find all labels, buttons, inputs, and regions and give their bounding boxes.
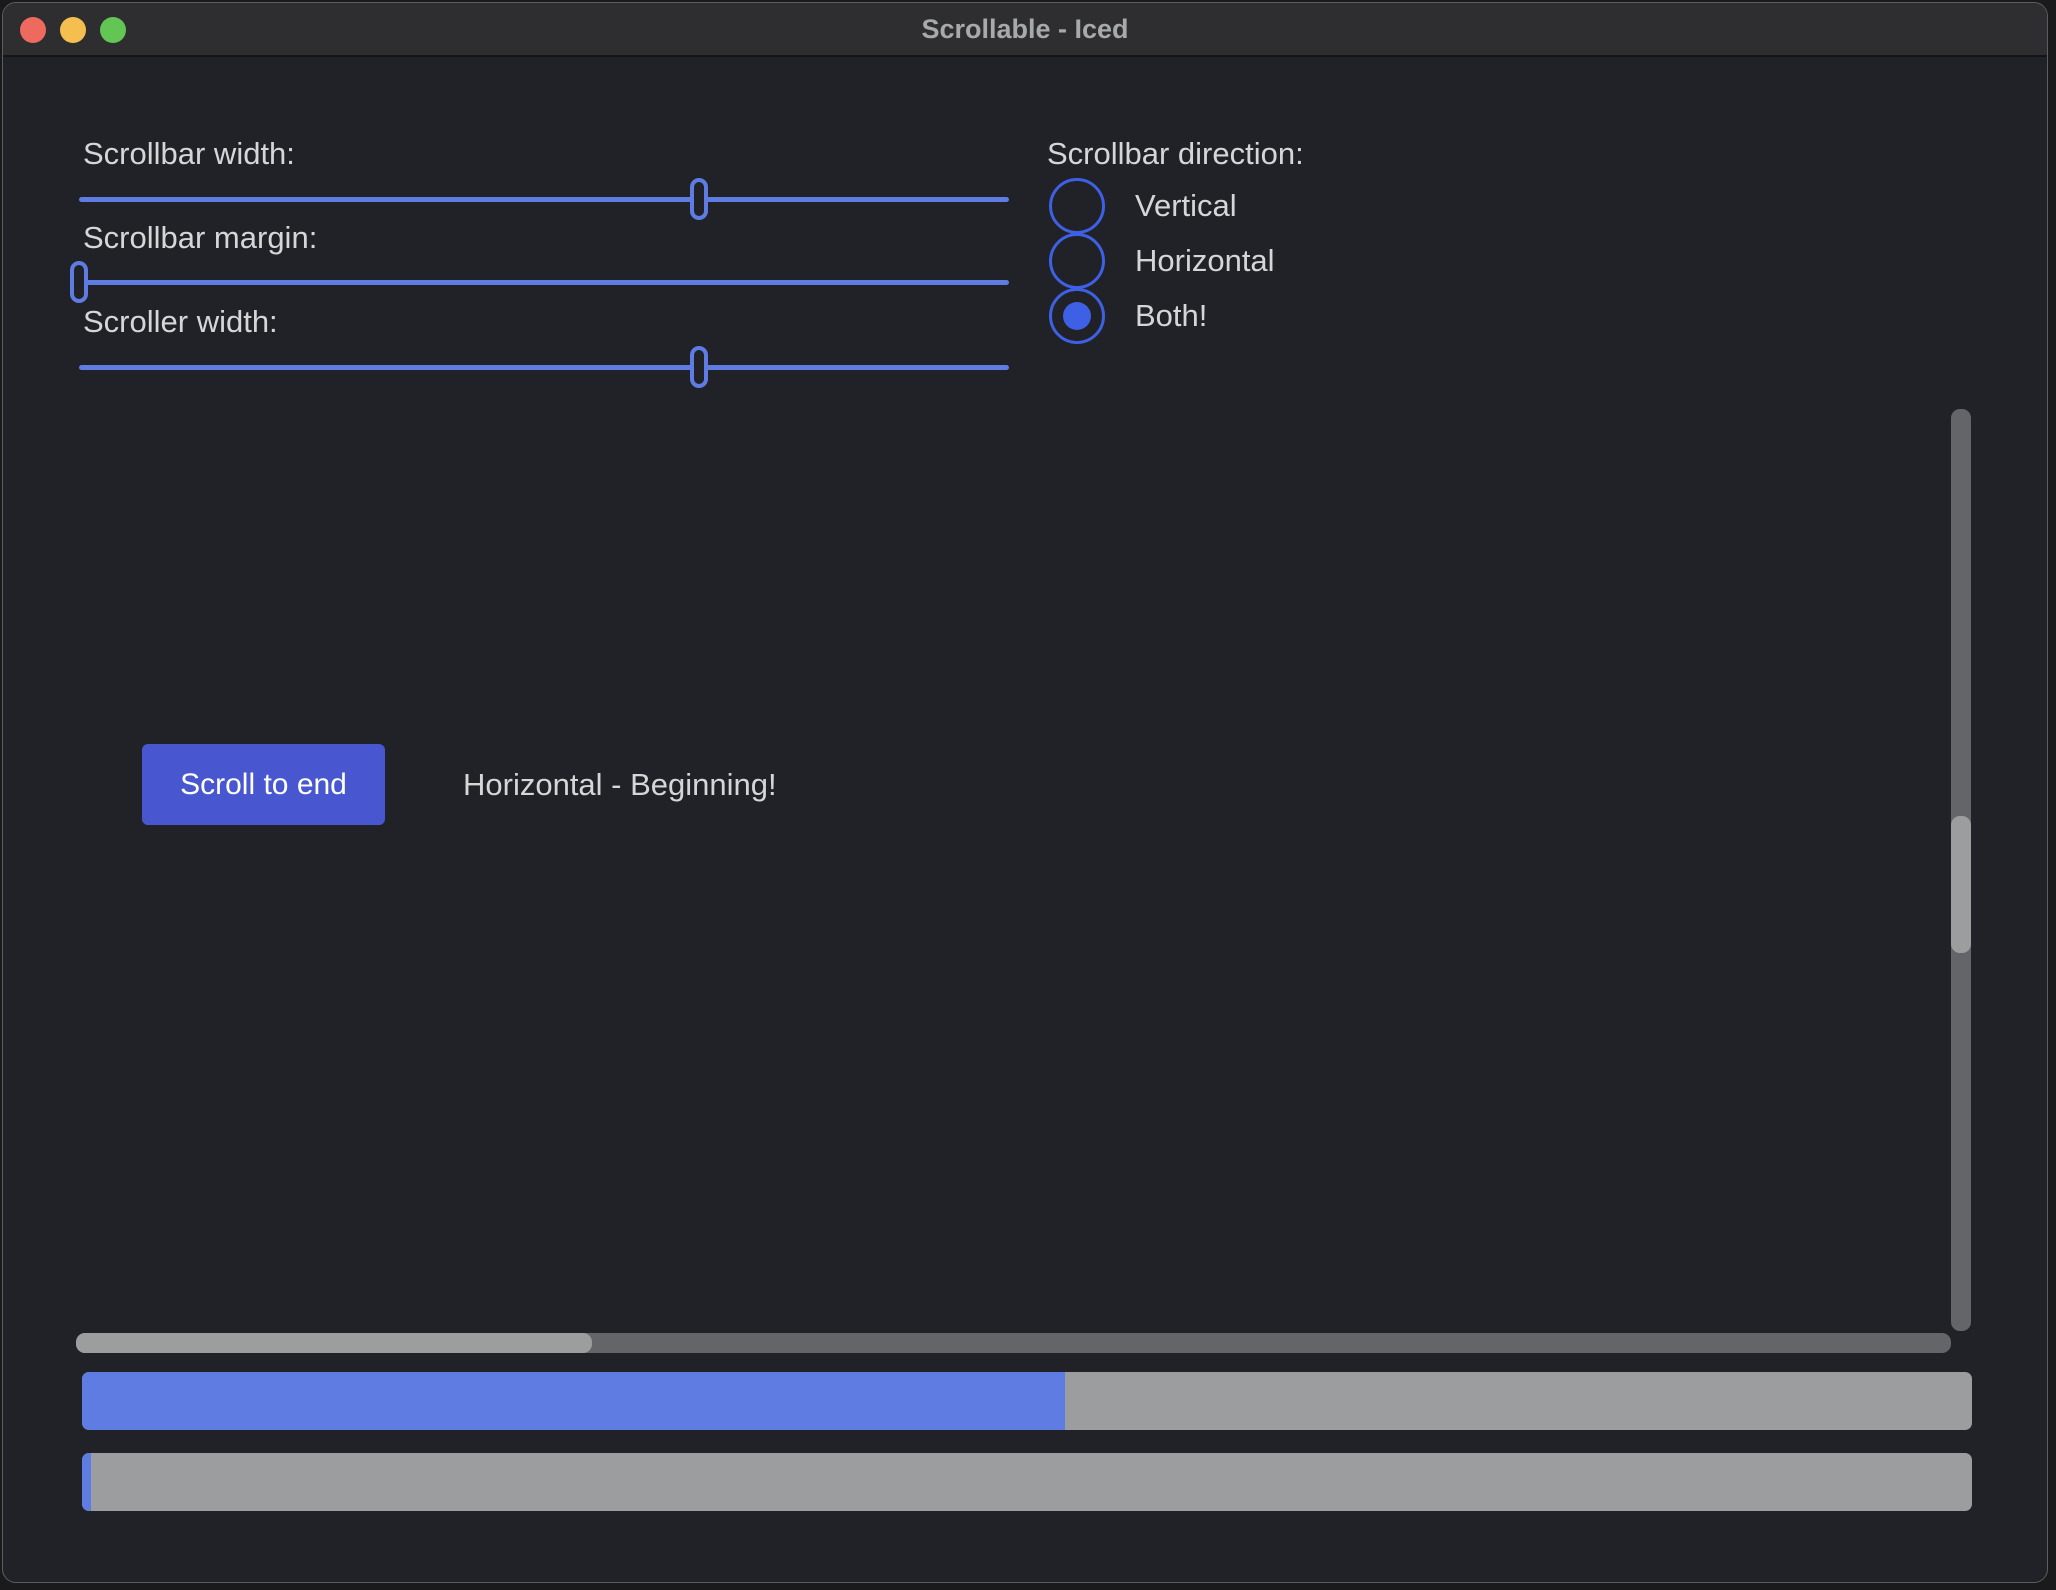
radio-circle[interactable] [1049,178,1105,234]
scroll-to-end-button[interactable]: Scroll to end [142,744,385,825]
radio-label[interactable]: Vertical [1135,188,1237,224]
content-area: Scrollbar width: Scrollbar margin: Scrol… [3,57,2047,1582]
horizontal-progress-bar [82,1372,1972,1430]
vertical-scrollbar-thumb[interactable] [1951,816,1971,953]
progress-fill [82,1372,1065,1430]
scrollbar-margin-label: Scrollbar margin: [83,218,317,258]
horizontal-scrollbar-track[interactable] [76,1333,1951,1353]
radio-option-horizontal[interactable]: Horizontal [1049,233,1275,289]
radio-label[interactable]: Both! [1135,298,1207,334]
app-window: Scrollable - Iced Scrollbar width: Scrol… [2,2,2048,1583]
radio-option-both[interactable]: Both! [1049,288,1207,344]
slider-rail[interactable] [79,280,1009,285]
scroller-width-label: Scroller width: [83,302,278,342]
scrollbar-width-label: Scrollbar width: [83,134,295,174]
window-title: Scrollable - Iced [3,3,2047,55]
progress-fill [82,1453,91,1511]
radio-option-vertical[interactable]: Vertical [1049,178,1237,234]
slider-rail[interactable] [79,365,1009,370]
radio-dot [1063,302,1091,330]
scroll-status-text: Horizontal - Beginning! [463,744,777,825]
radio-label[interactable]: Horizontal [1135,243,1275,279]
slider-rail[interactable] [79,197,1009,202]
slider-handle[interactable] [690,178,708,220]
scrollbar-width-slider[interactable] [79,177,1009,221]
horizontal-scrollbar-thumb[interactable] [76,1333,592,1353]
screen: Scrollable - Iced Scrollbar width: Scrol… [0,0,2056,1590]
scroller-width-slider[interactable] [79,345,1009,389]
slider-handle[interactable] [690,346,708,388]
titlebar[interactable]: Scrollable - Iced [3,3,2047,57]
scrollbar-direction-label: Scrollbar direction: [1047,134,1304,174]
radio-circle[interactable] [1049,233,1105,289]
radio-circle[interactable] [1049,288,1105,344]
scrollbar-margin-slider[interactable] [79,260,1009,304]
vertical-scrollbar-track[interactable] [1951,409,1971,1331]
vertical-progress-bar [82,1453,1972,1511]
slider-handle[interactable] [70,261,88,303]
